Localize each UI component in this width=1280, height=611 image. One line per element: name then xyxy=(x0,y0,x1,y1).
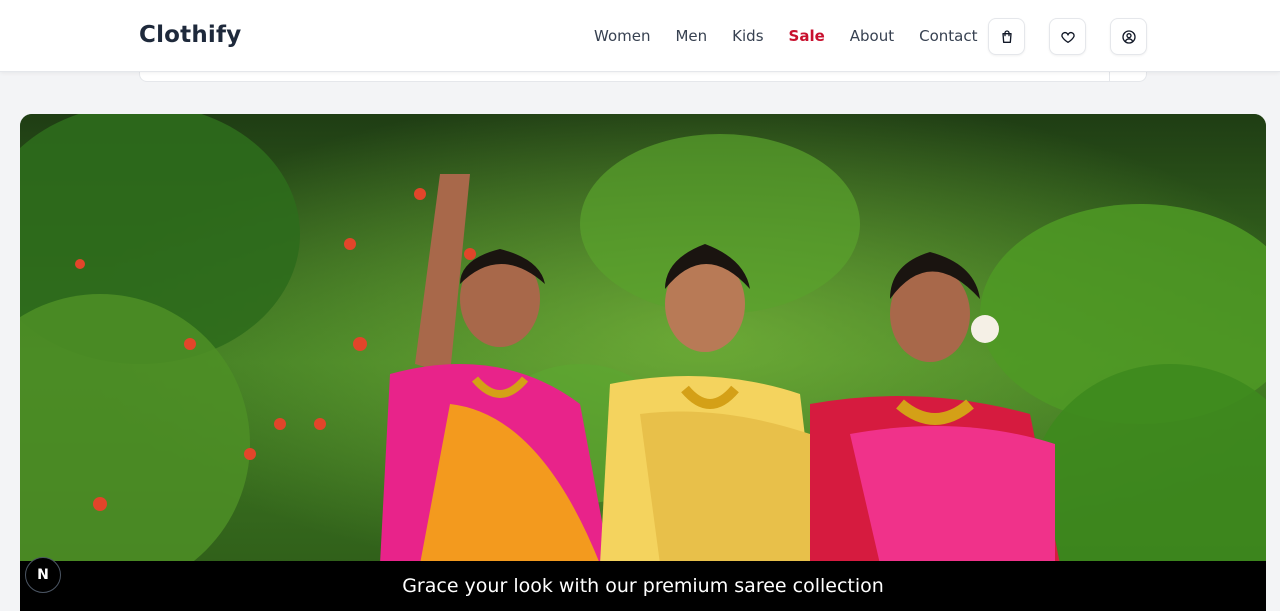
nav-link-men[interactable]: Men xyxy=(675,27,707,45)
nextjs-badge-button[interactable]: N xyxy=(25,557,61,593)
top-navigation-bar: Clothify Women Men Kids Sale About Conta… xyxy=(0,0,1280,72)
header-inner: Clothify Women Men Kids Sale About Conta… xyxy=(0,0,1280,72)
heart-icon xyxy=(1060,31,1075,43)
nav-link-sale[interactable]: Sale xyxy=(789,27,825,45)
brand-logo[interactable]: Clothify xyxy=(139,22,241,48)
hero-caption: Grace your look with our premium saree c… xyxy=(402,575,884,597)
nav-link-contact[interactable]: Contact xyxy=(919,27,977,45)
nav-link-women[interactable]: Women xyxy=(594,27,650,45)
n-badge-letter: N xyxy=(37,567,49,583)
account-button[interactable] xyxy=(1110,18,1147,55)
main-nav: Women Men Kids Sale About Contact xyxy=(594,27,977,45)
hero-banner[interactable]: Grace your look with our premium saree c… xyxy=(20,114,1266,611)
cart-button[interactable] xyxy=(988,18,1025,55)
hero-caption-bar: Grace your look with our premium saree c… xyxy=(20,561,1266,611)
nav-link-about[interactable]: About xyxy=(850,27,894,45)
user-icon xyxy=(1121,29,1136,44)
shopping-bag-icon xyxy=(1001,29,1012,43)
nav-link-kids[interactable]: Kids xyxy=(732,27,763,45)
hero-image xyxy=(20,114,1266,611)
wishlist-button[interactable] xyxy=(1049,18,1086,55)
